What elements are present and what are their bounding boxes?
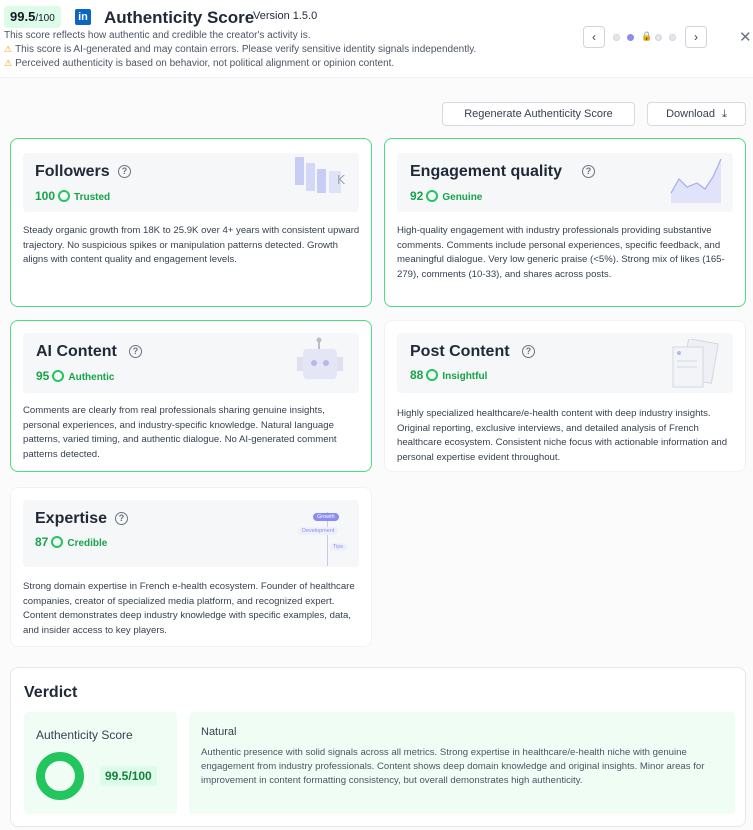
pager-dot[interactable] — [613, 34, 620, 41]
svg-text:K: K — [337, 173, 346, 187]
warning-line: ⚠ This score is AI-generated and may cont… — [4, 44, 477, 55]
card-status: Credible — [67, 538, 108, 549]
pager-dot[interactable] — [655, 34, 662, 41]
help-icon[interactable]: ? — [118, 165, 131, 178]
score-max: /100 — [35, 13, 55, 24]
score-ring-icon — [52, 370, 65, 382]
card-score: 100 — [35, 189, 56, 203]
tag-development: Development — [298, 527, 339, 535]
card-title: AI Content — [36, 343, 117, 360]
score-badge: 99.5/100 — [4, 6, 61, 28]
followers-card: Followers ? 100 Trusted K Steady organic … — [10, 138, 372, 307]
prev-button[interactable]: ‹ — [583, 26, 605, 48]
verdict-summary-box: Natural Authentic presence with solid si… — [189, 712, 735, 814]
card-description: Highly specialized healthcare/e-health c… — [397, 408, 728, 463]
score-value: 99.5 — [10, 9, 36, 24]
lock-icon: 🔒 — [641, 31, 653, 41]
pager-dot-active[interactable] — [627, 34, 634, 41]
card-description: Strong domain expertise in French e-heal… — [23, 581, 355, 636]
card-metric: 88 Insightful — [410, 368, 487, 382]
verdict-score: 99.5/100 — [100, 766, 157, 786]
subtitle: This score reflects how authentic and cr… — [4, 30, 311, 41]
linkedin-icon: in — [75, 9, 91, 25]
close-icon[interactable]: ✕ — [739, 28, 752, 46]
card-title: Post Content — [410, 343, 510, 360]
help-icon[interactable]: ? — [522, 345, 535, 358]
help-icon[interactable]: ? — [582, 165, 595, 178]
card-title: Engagement quality — [410, 163, 563, 180]
verdict-title: Verdict — [24, 684, 78, 701]
download-icon: ⤓ — [722, 108, 727, 120]
card-status: Authentic — [68, 372, 115, 383]
expertise-card: Expertise ? 87 Credible Growth Developmen… — [10, 487, 372, 647]
card-metric: 100 Trusted — [35, 189, 110, 203]
card-title: Followers — [35, 163, 110, 180]
robot-icon — [297, 337, 343, 379]
download-button[interactable]: Download ⤓ — [647, 102, 746, 126]
verdict-score-label: Authenticity Score — [36, 728, 133, 742]
followers-chart-icon: K — [295, 157, 346, 193]
chevron-right-icon: › — [694, 30, 698, 44]
header: 99.5/100 in Authenticity Score Version 1… — [0, 0, 753, 78]
card-score: 87 — [35, 535, 49, 549]
card-status: Insightful — [442, 371, 488, 382]
verdict-score-box: Authenticity Score 99.5/100 — [24, 712, 177, 814]
card-description: Comments are clearly from real professio… — [23, 405, 337, 460]
ai-content-card: AI Content ? 95 Authentic Comments are cl… — [10, 320, 372, 472]
regenerate-button[interactable]: Regenerate Authenticity Score — [442, 102, 635, 126]
card-metric: 92 Genuine — [410, 189, 482, 203]
card-title: Expertise — [35, 510, 108, 527]
version-label: Version 1.5.0 — [253, 10, 318, 22]
card-score: 95 — [36, 369, 50, 383]
post-content-card: Post Content ? 88 Insightful Highly speci… — [384, 320, 746, 472]
next-button[interactable]: › — [685, 26, 707, 48]
card-status: Genuine — [442, 192, 483, 203]
pager-dot[interactable] — [669, 34, 676, 41]
card-description: Steady organic growth from 18K to 25.9K … — [23, 225, 360, 265]
chevron-left-icon: ‹ — [592, 30, 596, 44]
card-score: 92 — [410, 189, 424, 203]
tag-growth: Growth — [313, 513, 339, 521]
card-metric: 95 Authentic — [36, 369, 114, 383]
card-metric: 87 Credible — [35, 535, 107, 549]
verdict-label: Natural — [201, 726, 237, 738]
engagement-trend-icon — [670, 158, 722, 203]
score-ring-icon — [426, 190, 439, 202]
card-description: High-quality engagement with industry pr… — [397, 225, 725, 280]
card-score: 88 — [410, 368, 424, 382]
verdict-section: Verdict Authenticity Score 99.5/100 Natu… — [10, 667, 746, 827]
score-ring-icon — [58, 190, 71, 202]
card-status: Trusted — [74, 192, 111, 203]
verdict-description: Authentic presence with solid signals ac… — [201, 747, 705, 787]
score-ring-icon — [426, 369, 439, 381]
warning-line: ⚠ Perceived authenticity is based on beha… — [4, 58, 395, 69]
tag-tips: Tips — [329, 543, 348, 551]
download-label: Download — [666, 108, 715, 120]
score-ring-icon — [51, 536, 64, 548]
warning-icon: ⚠ — [4, 44, 13, 54]
expertise-tags-icon: Growth Development Tips — [297, 510, 359, 568]
warning-icon: ⚠ — [4, 58, 13, 68]
documents-icon — [672, 339, 719, 388]
page-title: Authenticity Score — [104, 8, 255, 27]
engagement-card: Engagement quality ? 92 Genuine High-qual… — [384, 138, 746, 307]
help-icon[interactable]: ? — [129, 345, 142, 358]
help-icon[interactable]: ? — [115, 512, 128, 525]
score-donut-icon — [36, 752, 84, 800]
